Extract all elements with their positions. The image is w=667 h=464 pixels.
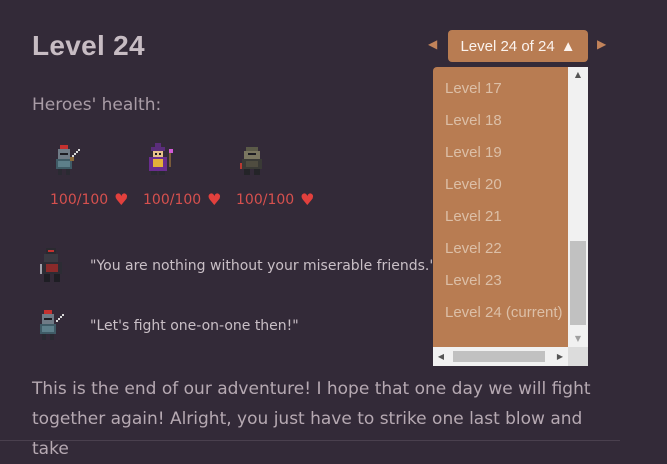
caret-up-icon: ▲ (560, 37, 576, 55)
hero-health: 100/100 ♥ (50, 190, 130, 209)
dialog-line: "Let's fight one-on-one then!" (32, 306, 452, 346)
level-select-button[interactable]: Level 24 of 24 ▲ (448, 30, 588, 62)
next-level-icon[interactable]: ▶ (597, 37, 606, 51)
level-option[interactable]: Level 21 (433, 201, 568, 233)
prev-level-icon[interactable]: ◀ (428, 37, 437, 51)
level-option[interactable]: Level 19 (433, 137, 568, 169)
scroll-right-icon[interactable]: ▶ (552, 347, 568, 366)
hero-rogue: 100/100 ♥ (236, 143, 316, 208)
knight-sprite-icon (56, 145, 80, 175)
hero-health-value: 100/100 (50, 192, 109, 208)
dialog-line: "You are nothing without your miserable … (32, 246, 452, 286)
villain-sprite-icon (40, 248, 62, 282)
level-option[interactable]: Level 18 (433, 105, 568, 137)
health-label: Heroes' health: (32, 95, 162, 115)
level-option[interactable]: Level 23 (433, 265, 568, 297)
hero-health-value: 100/100 (236, 192, 295, 208)
horizontal-scrollbar[interactable]: ◀ ▶ (433, 347, 568, 366)
wizard-sprite-icon (149, 143, 173, 175)
heart-icon: ♥ (114, 190, 129, 209)
hero-health: 100/100 ♥ (143, 190, 223, 209)
level-option[interactable]: Level 20 (433, 169, 568, 201)
scroll-up-icon[interactable]: ▲ (568, 67, 588, 83)
horizontal-scroll-thumb[interactable] (453, 351, 545, 362)
scrollbar-corner (568, 347, 588, 366)
hero-health: 100/100 ♥ (236, 190, 316, 209)
divider (0, 440, 620, 441)
level-option[interactable]: Level 22 (433, 233, 568, 265)
hero-knight: 100/100 ♥ (50, 143, 130, 208)
level-option-current[interactable]: Level 24 (current) (433, 297, 568, 329)
heart-icon: ♥ (207, 190, 222, 209)
level-dropdown: Level 17 Level 18 Level 19 Level 20 Leve… (433, 67, 588, 366)
story-text: This is the end of our adventure! I hope… (32, 379, 591, 459)
hero-wizard: 100/100 ♥ (143, 143, 223, 208)
scroll-down-icon[interactable]: ▼ (568, 331, 588, 347)
vertical-scrollbar[interactable]: ▲ ▼ (568, 67, 588, 347)
level-list: Level 17 Level 18 Level 19 Level 20 Leve… (433, 67, 568, 347)
heart-icon: ♥ (300, 190, 315, 209)
rogue-sprite-icon (240, 147, 262, 175)
level-option[interactable]: Level 17 (433, 73, 568, 105)
level-select-label: Level 24 of 24 (460, 37, 555, 55)
knight-sprite-icon (40, 310, 64, 340)
knight-quote: "Let's fight one-on-one then!" (90, 318, 299, 334)
scroll-left-icon[interactable]: ◀ (433, 347, 449, 366)
page-title: Level 24 (32, 30, 145, 61)
hero-health-value: 100/100 (143, 192, 202, 208)
villain-quote: "You are nothing without your miserable … (90, 258, 436, 274)
vertical-scroll-thumb[interactable] (570, 241, 586, 325)
